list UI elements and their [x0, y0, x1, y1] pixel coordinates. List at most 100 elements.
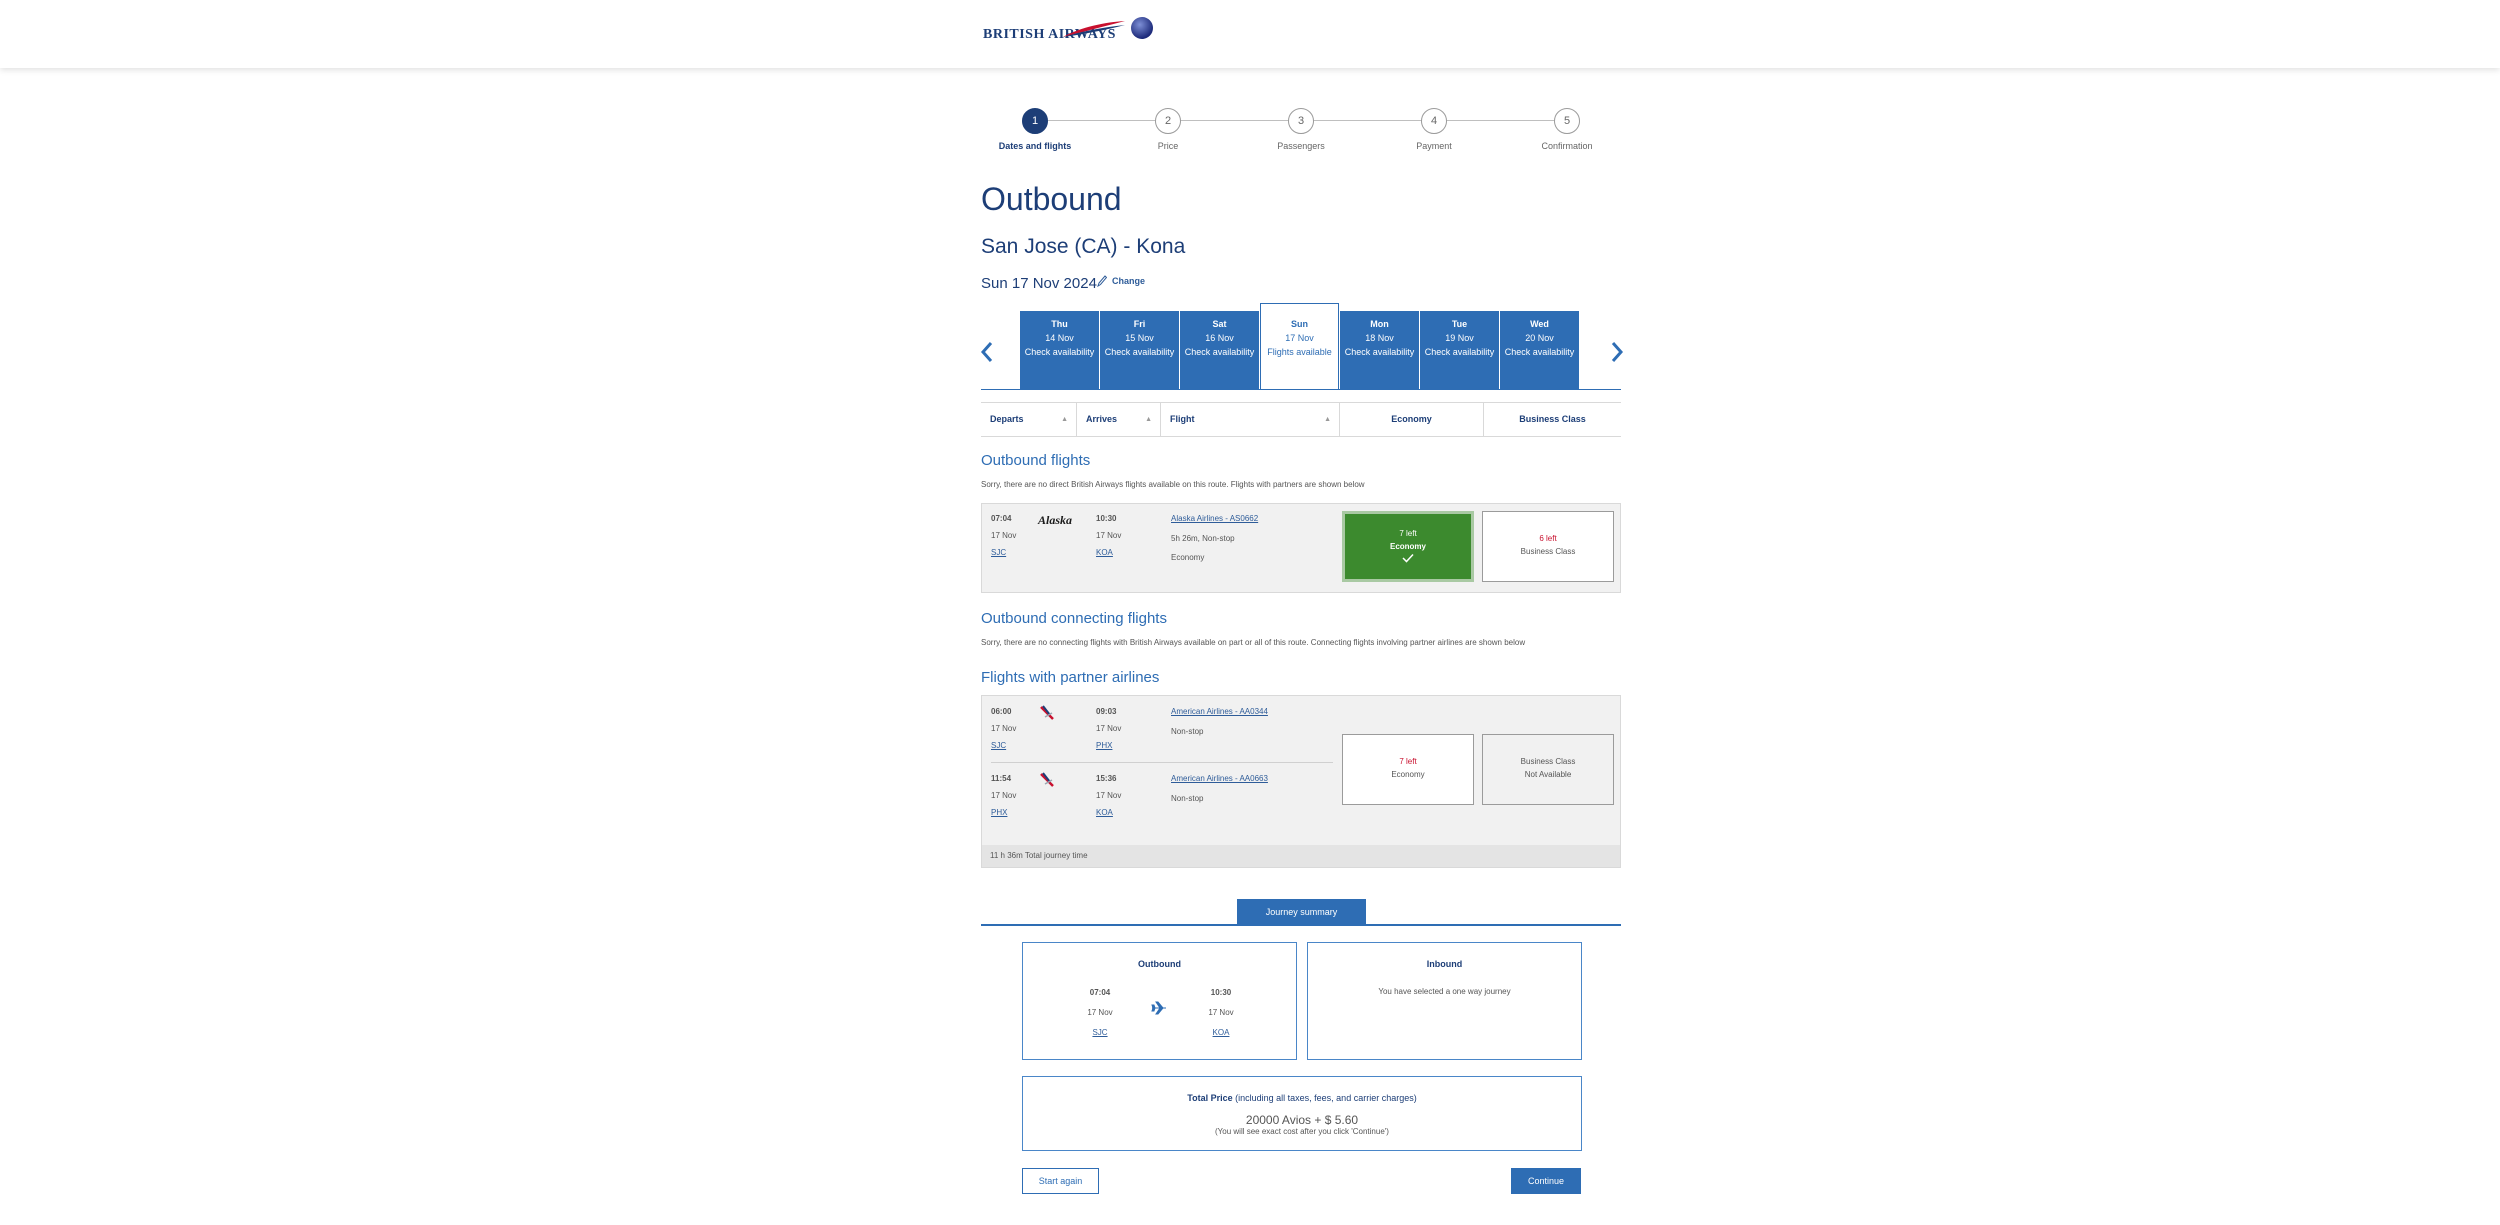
sort-icon: ▲ — [1324, 416, 1331, 423]
summary-arr-time: 10:30 — [1210, 988, 1232, 997]
step-label: Price — [1157, 141, 1179, 151]
leg2-flight-details-link[interactable]: American Airlines - AA0663 — [1171, 774, 1268, 783]
leg2-depart-airport-link[interactable]: PHX — [991, 808, 1007, 817]
date-tab-wed[interactable]: Wed 20 Nov Check availability — [1500, 311, 1579, 389]
step-number: 4 — [1421, 108, 1447, 134]
leg2-arrive-time: 15:36 — [1096, 774, 1117, 783]
sort-departs[interactable]: Departs ▲ — [981, 403, 1077, 436]
summary-arrival: 10:30 17 Nov KOA — [1191, 983, 1251, 1043]
sort-icon: ▲ — [1145, 416, 1152, 423]
chevron-right-icon[interactable] — [1610, 341, 1624, 363]
leg1-stops: Non-stop — [1171, 727, 1204, 736]
step-price: 2 Price — [1118, 108, 1218, 151]
economy-fare-selected[interactable]: 7 left Economy — [1342, 511, 1474, 582]
direct-flights-note: Sorry, there are no direct British Airwa… — [981, 480, 1365, 489]
total-price-box: Total Price (including all taxes, fees, … — [1022, 1076, 1582, 1151]
date-tab-fri[interactable]: Fri 15 Nov Check availability — [1100, 311, 1179, 389]
summary-dep-airport-link[interactable]: SJC — [1070, 1023, 1130, 1043]
connecting-flights-note: Sorry, there are no connecting flights w… — [981, 638, 1526, 647]
leg-divider — [991, 762, 1333, 763]
fare-cabin-label: Economy — [1391, 770, 1425, 779]
date-tab-date: 20 Nov — [1525, 333, 1554, 343]
step-payment: 4 Payment — [1384, 108, 1484, 151]
date-tab-status: Check availability — [1344, 347, 1415, 357]
date-tab-date: 17 Nov — [1285, 333, 1314, 343]
date-tab-day: Wed — [1530, 319, 1549, 329]
fare-cabin-label: Economy — [1389, 542, 1426, 551]
fare-status: Not Available — [1524, 770, 1572, 779]
economy-fare-partner[interactable]: 7 left Economy — [1342, 734, 1474, 805]
total-journey-time: 11 h 36m Total journey time — [982, 845, 1620, 867]
flight-card-direct: 07:04 17 Nov SJC Alaska 10:30 17 Nov KOA… — [981, 503, 1621, 593]
speedmarque-icon — [1063, 21, 1125, 37]
departs-label: Departs — [990, 414, 1024, 424]
business-header: Business Class — [1519, 414, 1586, 424]
sort-icon: ▲ — [1061, 416, 1068, 423]
business-fare[interactable]: 6 left Business Class — [1482, 511, 1614, 582]
depart-time: 07:04 — [991, 514, 1012, 523]
date-tab-status: Check availability — [1504, 347, 1575, 357]
page-title: Outbound — [981, 181, 1122, 217]
date-tab-thu[interactable]: Thu 14 Nov Check availability — [1020, 311, 1099, 389]
change-date-link[interactable]: Change — [1097, 275, 1145, 287]
date-tab-status: Check availability — [1184, 347, 1255, 357]
depart-airport-link[interactable]: SJC — [991, 548, 1006, 557]
depart-date: 17 Nov — [991, 531, 1017, 540]
step-label: Payment — [1416, 141, 1452, 151]
sort-flight[interactable]: Flight ▲ — [1161, 403, 1340, 436]
fare-cabin-label: Business Class — [1520, 757, 1576, 766]
airplane-icon — [1151, 1001, 1166, 1015]
pencil-icon — [1097, 275, 1107, 287]
change-label: Change — [1112, 276, 1146, 286]
leg1-depart-time: 06:00 — [991, 707, 1012, 716]
date-tab-day: Mon — [1370, 319, 1389, 329]
outbound-summary-box: Outbound 07:04 17 Nov SJC 10:30 17 Nov K… — [1022, 942, 1297, 1060]
oneworld-globe-icon — [1131, 17, 1153, 39]
leg1-arrive-airport-link[interactable]: PHX — [1096, 741, 1112, 750]
leg1-depart-airport-link[interactable]: SJC — [991, 741, 1006, 750]
sort-arrives[interactable]: Arrives ▲ — [1077, 403, 1161, 436]
leg2-stops: Non-stop — [1171, 794, 1204, 803]
date-tab-mon[interactable]: Mon 18 Nov Check availability — [1340, 311, 1419, 389]
summary-dep-time: 07:04 — [1089, 988, 1111, 997]
continue-button[interactable]: Continue — [1511, 1168, 1581, 1194]
date-tab-date: 16 Nov — [1205, 333, 1234, 343]
american-airlines-logo-icon — [1040, 772, 1054, 787]
arrive-date: 17 Nov — [1096, 531, 1122, 540]
date-tab-day: Sun — [1291, 319, 1308, 329]
step-passengers: 3 Passengers — [1251, 108, 1351, 151]
date-tab-date: 15 Nov — [1125, 333, 1154, 343]
arrive-time: 10:30 — [1096, 514, 1117, 523]
leg1-arrive-time: 09:03 — [1096, 707, 1117, 716]
date-tab-tue[interactable]: Tue 19 Nov Check availability — [1420, 311, 1499, 389]
date-tab-sat[interactable]: Sat 16 Nov Check availability — [1180, 311, 1259, 389]
leg2-arrive-date: 17 Nov — [1096, 791, 1122, 800]
date-tab-day: Fri — [1133, 319, 1146, 329]
leg1-arrive-date: 17 Nov — [1096, 724, 1122, 733]
date-tab-date: 14 Nov — [1045, 333, 1074, 343]
carousel-rule — [981, 389, 1621, 390]
step-confirmation: 5 Confirmation — [1517, 108, 1617, 151]
leg1-flight-details-link[interactable]: American Airlines - AA0344 — [1171, 707, 1268, 716]
chevron-left-icon[interactable] — [980, 341, 994, 363]
step-dates-and-flights: 1 Dates and flights — [985, 108, 1085, 151]
section-title-partner-flights: Flights with partner airlines — [981, 669, 1160, 686]
flight-duration: 5h 26m, Non-stop — [1171, 534, 1235, 543]
flight-details-link[interactable]: Alaska Airlines - AS0662 — [1171, 514, 1258, 523]
section-title-outbound-flights: Outbound flights — [981, 452, 1091, 469]
alaska-airlines-logo: Alaska — [1038, 513, 1073, 527]
selected-date: Sun 17 Nov 2024 — [981, 275, 1097, 292]
total-price-label: Total Price (including all taxes, fees, … — [1023, 1093, 1581, 1103]
journey-summary-tab[interactable]: Journey summary — [1237, 899, 1366, 925]
business-fare-not-available: Business Class Not Available — [1482, 734, 1614, 805]
summary-arr-airport-link[interactable]: KOA — [1191, 1023, 1251, 1043]
start-again-button[interactable]: Start again — [1022, 1168, 1099, 1194]
british-airways-logo[interactable]: BRITISH AIRWAYS — [983, 17, 1173, 43]
arrive-airport-link[interactable]: KOA — [1096, 548, 1113, 557]
leg2-arrive-airport-link[interactable]: KOA — [1096, 808, 1113, 817]
summary-departure: 07:04 17 Nov SJC — [1070, 983, 1130, 1043]
summary-arr-date: 17 Nov — [1208, 1008, 1234, 1017]
date-tab-sun-selected[interactable]: Sun 17 Nov Flights available — [1260, 303, 1339, 390]
total-price-value: 20000 Avios + $ 5.60 — [1245, 1113, 1359, 1127]
leg2-depart-time: 11:54 — [991, 774, 1012, 783]
